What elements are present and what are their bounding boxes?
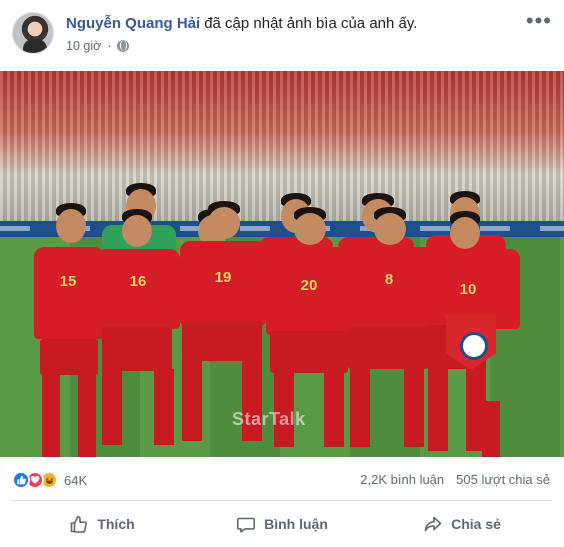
- like-label: Thích: [97, 516, 135, 532]
- player-shorts: [270, 331, 348, 373]
- comment-button[interactable]: Bình luận: [192, 506, 372, 542]
- share-arrow-icon: [424, 516, 442, 532]
- post-timestamp[interactable]: 10 giờ: [66, 39, 101, 53]
- share-count-link[interactable]: 505 lượt chia sẻ: [456, 472, 550, 487]
- player-shorts: [182, 321, 262, 361]
- jersey-number: 20: [300, 277, 318, 294]
- player-legs: [350, 367, 370, 447]
- player-head: [122, 215, 152, 247]
- player-legs: [102, 369, 122, 445]
- comment-icon: [237, 517, 256, 533]
- player-legs: [324, 371, 344, 447]
- comment-label: Bình luận: [264, 516, 328, 532]
- post-action-text: đã cập nhật ảnh bìa của anh ấy.: [204, 15, 418, 32]
- player-legs: [42, 375, 60, 457]
- share-label: Chia sẻ: [451, 516, 501, 532]
- player-head: [294, 213, 326, 245]
- player-front-1: 16: [92, 209, 184, 457]
- player-legs: [428, 367, 448, 451]
- like-icon: [12, 471, 30, 489]
- jersey-number: 16: [129, 273, 147, 290]
- player-head: [374, 213, 406, 245]
- post-meta: 10 giờ ·: [66, 39, 130, 53]
- avatar-silhouette: [23, 39, 47, 53]
- player-head: [56, 209, 86, 243]
- like-button[interactable]: Thích: [12, 506, 192, 542]
- author-line: Nguyễn Quang Hải đã cập nhật ảnh bìa của …: [66, 15, 417, 32]
- share-button[interactable]: Chia sẻ: [372, 506, 552, 542]
- more-dots-icon[interactable]: •••: [526, 10, 552, 32]
- reaction-count[interactable]: 64K: [64, 473, 87, 488]
- reactions-summary[interactable]: 64K: [12, 470, 87, 490]
- player-head: [450, 217, 480, 249]
- photo-watermark: StarTalk: [232, 409, 306, 429]
- meta-separator: ·: [107, 39, 112, 53]
- avatar[interactable]: [12, 12, 54, 54]
- post-header: Nguyễn Quang Hải đã cập nhật ảnh bìa của …: [12, 10, 552, 60]
- player-shorts: [102, 327, 172, 371]
- globe-icon[interactable]: [117, 40, 130, 52]
- facebook-post: Nguyễn Quang Hải đã cập nhật ảnh bìa của …: [0, 0, 564, 547]
- player-shorts: [348, 327, 428, 369]
- player-head: [208, 207, 240, 239]
- player-legs: [466, 367, 486, 451]
- cover-photo[interactable]: 15 23 5 2: [0, 71, 564, 457]
- post-actions: Thích Bình luận Chia sẻ: [12, 506, 552, 542]
- player-legs: [182, 359, 202, 441]
- actions-divider: [12, 500, 552, 501]
- jersey-number: 10: [459, 281, 477, 298]
- engagement-stats: 2,2K bình luận 505 lượt chia sẻ: [360, 472, 550, 487]
- jersey-number: 19: [214, 269, 232, 286]
- player-shorts: [40, 339, 98, 375]
- comment-count-link[interactable]: 2,2K bình luận: [360, 472, 444, 487]
- player-legs: [154, 369, 174, 445]
- author-name-link[interactable]: Nguyễn Quang Hải: [66, 15, 200, 32]
- thumbs-up-icon: [71, 515, 88, 533]
